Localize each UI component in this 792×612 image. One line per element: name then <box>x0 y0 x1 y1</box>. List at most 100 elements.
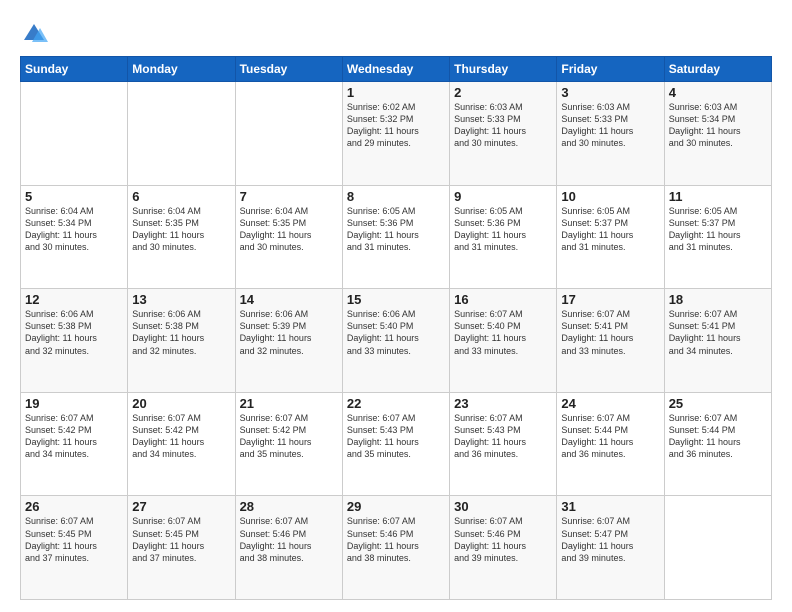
calendar-week-2: 5Sunrise: 6:04 AM Sunset: 5:34 PM Daylig… <box>21 185 772 289</box>
calendar-cell: 11Sunrise: 6:05 AM Sunset: 5:37 PM Dayli… <box>664 185 771 289</box>
calendar-week-4: 19Sunrise: 6:07 AM Sunset: 5:42 PM Dayli… <box>21 392 772 496</box>
day-number: 18 <box>669 292 767 307</box>
calendar-cell <box>664 496 771 600</box>
calendar-cell: 15Sunrise: 6:06 AM Sunset: 5:40 PM Dayli… <box>342 289 449 393</box>
day-number: 8 <box>347 189 445 204</box>
day-info: Sunrise: 6:07 AM Sunset: 5:40 PM Dayligh… <box>454 308 552 357</box>
day-header-friday: Friday <box>557 57 664 82</box>
day-info: Sunrise: 6:07 AM Sunset: 5:45 PM Dayligh… <box>25 515 123 564</box>
calendar-body: 1Sunrise: 6:02 AM Sunset: 5:32 PM Daylig… <box>21 82 772 600</box>
day-info: Sunrise: 6:05 AM Sunset: 5:36 PM Dayligh… <box>347 205 445 254</box>
day-header-monday: Monday <box>128 57 235 82</box>
calendar-cell: 7Sunrise: 6:04 AM Sunset: 5:35 PM Daylig… <box>235 185 342 289</box>
day-header-sunday: Sunday <box>21 57 128 82</box>
calendar-cell: 10Sunrise: 6:05 AM Sunset: 5:37 PM Dayli… <box>557 185 664 289</box>
day-header-wednesday: Wednesday <box>342 57 449 82</box>
day-info: Sunrise: 6:05 AM Sunset: 5:37 PM Dayligh… <box>561 205 659 254</box>
calendar-cell: 25Sunrise: 6:07 AM Sunset: 5:44 PM Dayli… <box>664 392 771 496</box>
day-info: Sunrise: 6:06 AM Sunset: 5:40 PM Dayligh… <box>347 308 445 357</box>
day-number: 15 <box>347 292 445 307</box>
day-number: 20 <box>132 396 230 411</box>
day-number: 21 <box>240 396 338 411</box>
calendar-cell: 30Sunrise: 6:07 AM Sunset: 5:46 PM Dayli… <box>450 496 557 600</box>
day-header-thursday: Thursday <box>450 57 557 82</box>
day-number: 22 <box>347 396 445 411</box>
calendar-week-3: 12Sunrise: 6:06 AM Sunset: 5:38 PM Dayli… <box>21 289 772 393</box>
day-number: 28 <box>240 499 338 514</box>
calendar-cell: 4Sunrise: 6:03 AM Sunset: 5:34 PM Daylig… <box>664 82 771 186</box>
day-info: Sunrise: 6:07 AM Sunset: 5:42 PM Dayligh… <box>240 412 338 461</box>
day-number: 5 <box>25 189 123 204</box>
day-header-saturday: Saturday <box>664 57 771 82</box>
calendar-cell <box>235 82 342 186</box>
calendar-cell <box>21 82 128 186</box>
day-number: 10 <box>561 189 659 204</box>
header <box>20 16 772 48</box>
day-info: Sunrise: 6:07 AM Sunset: 5:46 PM Dayligh… <box>454 515 552 564</box>
day-info: Sunrise: 6:07 AM Sunset: 5:46 PM Dayligh… <box>240 515 338 564</box>
day-number: 6 <box>132 189 230 204</box>
day-info: Sunrise: 6:02 AM Sunset: 5:32 PM Dayligh… <box>347 101 445 150</box>
calendar-cell: 16Sunrise: 6:07 AM Sunset: 5:40 PM Dayli… <box>450 289 557 393</box>
day-info: Sunrise: 6:07 AM Sunset: 5:44 PM Dayligh… <box>561 412 659 461</box>
calendar-cell: 14Sunrise: 6:06 AM Sunset: 5:39 PM Dayli… <box>235 289 342 393</box>
day-info: Sunrise: 6:05 AM Sunset: 5:37 PM Dayligh… <box>669 205 767 254</box>
logo <box>20 20 52 48</box>
calendar-cell: 23Sunrise: 6:07 AM Sunset: 5:43 PM Dayli… <box>450 392 557 496</box>
calendar-cell: 20Sunrise: 6:07 AM Sunset: 5:42 PM Dayli… <box>128 392 235 496</box>
day-number: 16 <box>454 292 552 307</box>
day-info: Sunrise: 6:06 AM Sunset: 5:39 PM Dayligh… <box>240 308 338 357</box>
calendar-cell <box>128 82 235 186</box>
day-number: 25 <box>669 396 767 411</box>
calendar-cell: 2Sunrise: 6:03 AM Sunset: 5:33 PM Daylig… <box>450 82 557 186</box>
day-number: 12 <box>25 292 123 307</box>
calendar-week-1: 1Sunrise: 6:02 AM Sunset: 5:32 PM Daylig… <box>21 82 772 186</box>
day-number: 14 <box>240 292 338 307</box>
calendar-cell: 8Sunrise: 6:05 AM Sunset: 5:36 PM Daylig… <box>342 185 449 289</box>
day-number: 4 <box>669 85 767 100</box>
calendar-cell: 29Sunrise: 6:07 AM Sunset: 5:46 PM Dayli… <box>342 496 449 600</box>
day-number: 13 <box>132 292 230 307</box>
day-number: 31 <box>561 499 659 514</box>
day-info: Sunrise: 6:04 AM Sunset: 5:35 PM Dayligh… <box>132 205 230 254</box>
logo-icon <box>20 20 48 48</box>
calendar-week-5: 26Sunrise: 6:07 AM Sunset: 5:45 PM Dayli… <box>21 496 772 600</box>
calendar-cell: 26Sunrise: 6:07 AM Sunset: 5:45 PM Dayli… <box>21 496 128 600</box>
day-number: 19 <box>25 396 123 411</box>
calendar-cell: 12Sunrise: 6:06 AM Sunset: 5:38 PM Dayli… <box>21 289 128 393</box>
day-number: 1 <box>347 85 445 100</box>
day-info: Sunrise: 6:03 AM Sunset: 5:34 PM Dayligh… <box>669 101 767 150</box>
day-info: Sunrise: 6:07 AM Sunset: 5:42 PM Dayligh… <box>25 412 123 461</box>
day-info: Sunrise: 6:07 AM Sunset: 5:42 PM Dayligh… <box>132 412 230 461</box>
day-number: 11 <box>669 189 767 204</box>
calendar-cell: 31Sunrise: 6:07 AM Sunset: 5:47 PM Dayli… <box>557 496 664 600</box>
day-info: Sunrise: 6:07 AM Sunset: 5:41 PM Dayligh… <box>669 308 767 357</box>
day-info: Sunrise: 6:07 AM Sunset: 5:44 PM Dayligh… <box>669 412 767 461</box>
day-info: Sunrise: 6:04 AM Sunset: 5:35 PM Dayligh… <box>240 205 338 254</box>
calendar-cell: 21Sunrise: 6:07 AM Sunset: 5:42 PM Dayli… <box>235 392 342 496</box>
day-number: 27 <box>132 499 230 514</box>
calendar-cell: 6Sunrise: 6:04 AM Sunset: 5:35 PM Daylig… <box>128 185 235 289</box>
calendar-cell: 13Sunrise: 6:06 AM Sunset: 5:38 PM Dayli… <box>128 289 235 393</box>
calendar-cell: 19Sunrise: 6:07 AM Sunset: 5:42 PM Dayli… <box>21 392 128 496</box>
day-info: Sunrise: 6:04 AM Sunset: 5:34 PM Dayligh… <box>25 205 123 254</box>
day-info: Sunrise: 6:06 AM Sunset: 5:38 PM Dayligh… <box>25 308 123 357</box>
calendar-cell: 18Sunrise: 6:07 AM Sunset: 5:41 PM Dayli… <box>664 289 771 393</box>
calendar-cell: 5Sunrise: 6:04 AM Sunset: 5:34 PM Daylig… <box>21 185 128 289</box>
day-info: Sunrise: 6:06 AM Sunset: 5:38 PM Dayligh… <box>132 308 230 357</box>
day-info: Sunrise: 6:07 AM Sunset: 5:43 PM Dayligh… <box>454 412 552 461</box>
calendar-cell: 9Sunrise: 6:05 AM Sunset: 5:36 PM Daylig… <box>450 185 557 289</box>
day-number: 9 <box>454 189 552 204</box>
day-header-tuesday: Tuesday <box>235 57 342 82</box>
day-number: 30 <box>454 499 552 514</box>
day-info: Sunrise: 6:05 AM Sunset: 5:36 PM Dayligh… <box>454 205 552 254</box>
day-number: 23 <box>454 396 552 411</box>
day-number: 29 <box>347 499 445 514</box>
day-info: Sunrise: 6:03 AM Sunset: 5:33 PM Dayligh… <box>561 101 659 150</box>
day-number: 7 <box>240 189 338 204</box>
calendar-cell: 3Sunrise: 6:03 AM Sunset: 5:33 PM Daylig… <box>557 82 664 186</box>
calendar-cell: 24Sunrise: 6:07 AM Sunset: 5:44 PM Dayli… <box>557 392 664 496</box>
day-number: 24 <box>561 396 659 411</box>
day-info: Sunrise: 6:07 AM Sunset: 5:41 PM Dayligh… <box>561 308 659 357</box>
calendar-cell: 22Sunrise: 6:07 AM Sunset: 5:43 PM Dayli… <box>342 392 449 496</box>
